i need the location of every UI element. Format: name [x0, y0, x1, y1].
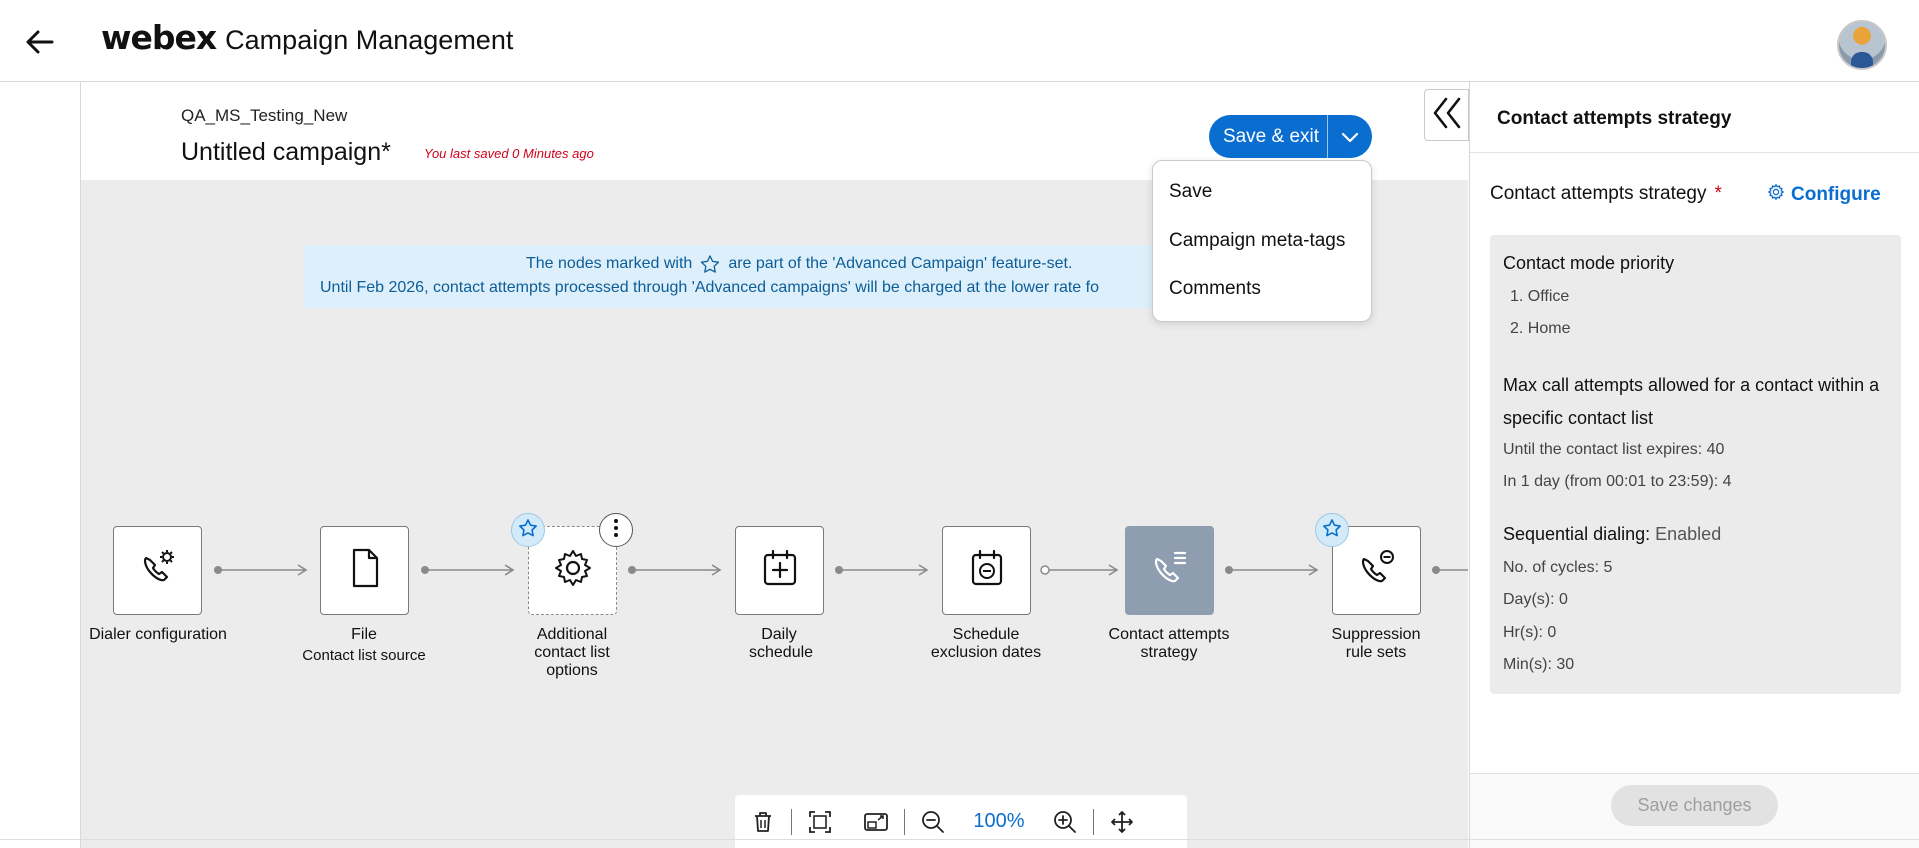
app-brand: webex Campaign Management — [101, 18, 513, 57]
node-subtitle: Contact list source — [302, 647, 426, 664]
node-label-daily-schedule: Daily schedule — [699, 626, 859, 662]
summary-heading-sequential: Sequential dialing: Enabled — [1503, 524, 1721, 545]
more-vertical-icon — [613, 518, 619, 543]
star-icon — [700, 255, 720, 273]
menu-item-campaign-meta-tags[interactable]: Campaign meta-tags — [1169, 230, 1345, 252]
gear-icon — [1767, 183, 1791, 207]
field-label-text: Contact attempts strategy — [1490, 183, 1707, 204]
node-file[interactable] — [320, 526, 409, 615]
node-title: Suppression rule sets — [1331, 626, 1421, 661]
menu-item-save[interactable]: Save — [1169, 181, 1212, 203]
required-mark: * — [1714, 183, 1722, 204]
star-icon — [1322, 518, 1342, 543]
calendar-minus-icon — [966, 546, 1008, 595]
field-label: Contact attempts strategy * — [1490, 183, 1722, 205]
connector-arrow — [421, 564, 515, 576]
campaign-title[interactable]: Untitled campaign* — [181, 138, 391, 167]
chevron-down-icon[interactable] — [1328, 115, 1372, 158]
summary-text: Until the contact list expires: 40 — [1503, 441, 1725, 458]
list-item: 2. Home — [1510, 320, 1571, 337]
node-schedule-exclusion-dates[interactable] — [942, 526, 1031, 615]
double-chevron-left-icon — [1432, 96, 1462, 135]
banner-line-2: Until Feb 2026, contact attempts process… — [320, 279, 1099, 296]
top-bar: webex Campaign Management — [0, 0, 1919, 82]
node-label-schedule-exclusion-dates: Schedule exclusion dates — [906, 626, 1066, 662]
collapse-panel-button[interactable] — [1424, 89, 1469, 141]
file-icon — [345, 546, 385, 595]
panel-footer: Save changes — [1470, 773, 1919, 848]
app-title: Campaign Management — [225, 25, 514, 55]
node-title: Contact attempts strategy — [1108, 626, 1230, 661]
summary-text: Hr(s): 0 — [1503, 624, 1557, 641]
node-label-suppression-rule-sets: Suppression rule sets — [1296, 626, 1456, 662]
node-label-file: File Contact list source — [284, 626, 444, 665]
advanced-star-badge — [1315, 513, 1349, 547]
campaign-subtitle: QA_MS_Testing_New — [181, 106, 348, 125]
avatar[interactable] — [1837, 20, 1887, 70]
banner-line-1: The nodes marked with are part of the 'A… — [526, 255, 1072, 273]
summary-text: No. of cycles: 5 — [1503, 559, 1613, 576]
fit-to-screen-icon[interactable] — [792, 795, 848, 848]
summary-text: In 1 day (from 00:01 to 23:59): 4 — [1503, 473, 1732, 490]
node-daily-schedule[interactable] — [735, 526, 824, 615]
delete-icon[interactable] — [735, 795, 791, 848]
sequential-label: Sequential dialing: — [1503, 524, 1651, 544]
node-title: File — [351, 626, 377, 643]
configure-button[interactable]: Configure — [1767, 183, 1881, 207]
configure-label[interactable]: Configure — [1791, 184, 1881, 206]
menu-item-comments[interactable]: Comments — [1169, 278, 1261, 300]
bottom-divider — [0, 839, 1919, 840]
zoom-in-icon[interactable] — [1037, 795, 1093, 848]
connector-arrow — [835, 564, 929, 576]
summary-text: Day(s): 0 — [1503, 591, 1568, 608]
strategy-summary: Contact mode priority 1. Office 2. Home … — [1490, 235, 1901, 694]
node-title: Schedule exclusion dates — [930, 626, 1042, 661]
save-changes-button[interactable]: Save changes — [1611, 785, 1778, 826]
node-label-contact-attempts-strategy: Contact attempts strategy — [1089, 626, 1249, 662]
list-item: 1. Office — [1510, 288, 1570, 305]
banner-text-pre: The nodes marked with — [526, 255, 693, 272]
node-label-dialer-configuration: Dialer configuration — [81, 626, 238, 644]
node-dialer-configuration[interactable] — [113, 526, 202, 615]
save-dropdown-menu: Save Campaign meta-tags Comments — [1152, 160, 1372, 322]
connector-arrow — [1225, 564, 1319, 576]
save-exit-label[interactable]: Save & exit — [1209, 115, 1328, 158]
banner-text-post: are part of the 'Advanced Campaign' feat… — [728, 255, 1073, 272]
phone-list-icon — [1148, 546, 1192, 595]
node-title: Daily schedule — [749, 626, 814, 661]
connector-arrow — [214, 564, 308, 576]
advanced-star-badge — [511, 513, 545, 547]
connector-arrow — [1432, 566, 1468, 574]
summary-heading-priority: Contact mode priority — [1503, 253, 1675, 273]
sequential-value: Enabled — [1655, 524, 1722, 544]
minimap-icon[interactable] — [848, 795, 904, 848]
saved-status: You last saved 0 Minutes ago — [424, 146, 594, 161]
properties-panel: Contact attempts strategy Contact attemp… — [1469, 82, 1919, 848]
left-rail — [0, 82, 81, 848]
connector-arrow — [1040, 564, 1119, 576]
canvas-toolbar: 100% — [735, 795, 1187, 848]
zoom-level: 100% — [973, 810, 1025, 832]
node-contact-attempts-strategy[interactable] — [1125, 526, 1214, 615]
node-more-options-button[interactable] — [599, 513, 633, 547]
webex-logo: webex — [101, 18, 217, 57]
node-label-additional-contact-list-options: Additional contact list options — [492, 626, 652, 680]
star-icon — [518, 518, 538, 543]
connector-arrow — [628, 564, 722, 576]
calendar-plus-icon — [759, 546, 801, 595]
zoom-out-icon[interactable] — [905, 795, 961, 848]
phone-gear-icon — [136, 546, 180, 595]
pan-icon[interactable] — [1094, 795, 1150, 848]
panel-title: Contact attempts strategy — [1497, 108, 1732, 129]
panel-divider — [1470, 152, 1919, 153]
summary-heading-max-attempts: Max call attempts allowed for a contact … — [1503, 375, 1880, 428]
node-title: Additional contact list options — [534, 626, 610, 679]
phone-block-icon — [1355, 546, 1399, 595]
summary-text: Min(s): 30 — [1503, 656, 1575, 673]
gear-icon — [552, 547, 594, 594]
back-arrow-icon[interactable] — [22, 24, 58, 60]
save-exit-button[interactable]: Save & exit — [1209, 115, 1372, 158]
node-title: Dialer configuration — [89, 626, 227, 643]
